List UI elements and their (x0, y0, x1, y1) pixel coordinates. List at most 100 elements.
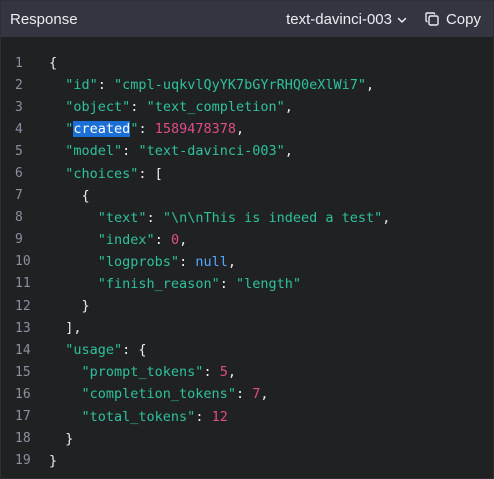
code-token: , (260, 386, 269, 403)
code-line: 16 "completion_tokens": 7, (1, 383, 493, 405)
code-text: "prompt_tokens": 5, (37, 364, 236, 380)
code-token: 1589478378 (154, 121, 236, 138)
code-line: 9 "index": 0, (1, 229, 493, 251)
code-text: "created": 1589478378, (37, 121, 245, 138)
code-token: } (49, 298, 90, 315)
code-line: 17 "total_tokens": 12 (1, 406, 493, 428)
code-token: : (203, 364, 220, 381)
code-line: 6 "choices": [ (1, 162, 493, 184)
code-token: , (236, 121, 245, 138)
code-line: 8 "text": "\n\nThis is indeed a test", (1, 207, 493, 229)
code-token: : [ (138, 165, 163, 182)
line-number: 19 (15, 453, 31, 469)
code-token: , (284, 143, 293, 160)
code-token: "text" (97, 209, 147, 226)
code-token: 5 (219, 364, 228, 381)
line-number: 17 (15, 409, 31, 425)
code-token: "prompt_tokens" (81, 364, 204, 381)
code-text: { (37, 55, 57, 71)
code-token: "\n\nThis is indeed a test" (162, 209, 383, 226)
code-token: : { (122, 342, 147, 359)
selected-text: created (73, 121, 131, 138)
code-token: "index" (97, 231, 155, 248)
code-token: "usage" (65, 342, 123, 359)
code-line: 19} (1, 450, 493, 472)
line-number: 16 (15, 386, 31, 402)
code-line: 5 "model": "text-davinci-003", (1, 140, 493, 162)
code-token: : (195, 408, 212, 425)
code-token: : (219, 275, 236, 292)
code-token: , (366, 77, 375, 94)
code-token: } (49, 452, 58, 469)
code-token: , (284, 99, 293, 116)
code-token: , (227, 253, 236, 270)
code-line: 10 "logprobs": null, (1, 251, 493, 273)
panel-title: Response (10, 10, 78, 28)
code-token: "total_tokens" (81, 408, 196, 425)
code-token: "completion_tokens" (81, 386, 236, 403)
copy-icon (424, 11, 440, 27)
code-token: : (130, 99, 147, 116)
code-token: } (49, 430, 74, 447)
line-number: 12 (15, 298, 31, 314)
code-text: "text": "\n\nThis is indeed a test", (37, 209, 391, 226)
code-token: { (49, 187, 90, 204)
code-block[interactable]: 1{2 "id": "cmpl-uqkvlQyYK7bGYrRHQ0eXlWi7… (1, 37, 493, 472)
code-token: : (235, 386, 253, 403)
code-token: "choices" (65, 165, 139, 182)
code-token: , (382, 209, 391, 226)
code-text: } (37, 453, 57, 469)
line-number: 7 (15, 188, 23, 204)
code-text: "index": 0, (37, 232, 187, 248)
code-token: "text_completion" (146, 99, 285, 116)
code-line: 4 "created": 1589478378, (1, 118, 493, 140)
line-number: 8 (15, 210, 23, 226)
header-actions: text-davinci-003 Copy (286, 11, 481, 28)
code-token: "finish_reason" (97, 275, 220, 292)
line-number: 18 (15, 431, 31, 447)
code-token: "id" (65, 77, 98, 94)
code-text: } (37, 431, 73, 447)
code-text: "choices": [ (37, 166, 163, 182)
code-line: 12 } (1, 295, 493, 317)
code-token: "length" (235, 275, 301, 292)
code-token: : (179, 253, 196, 270)
code-text: } (37, 298, 90, 314)
line-number: 10 (15, 254, 31, 270)
code-token: : (146, 209, 163, 226)
line-number: 1 (15, 55, 23, 71)
line-number: 3 (15, 99, 23, 115)
code-token: { (49, 55, 58, 72)
code-token: "text-davinci-003" (138, 143, 285, 160)
line-number: 14 (15, 342, 31, 358)
code-line: 3 "object": "text_completion", (1, 96, 493, 118)
code-token: , (227, 364, 236, 381)
code-text: "completion_tokens": 7, (37, 386, 269, 402)
code-line: 1{ (1, 52, 493, 74)
code-token: : (138, 121, 155, 138)
line-number: 5 (15, 143, 23, 159)
line-number: 13 (15, 320, 31, 336)
model-label: text-davinci-003 (286, 10, 392, 28)
model-dropdown[interactable]: text-davinci-003 (286, 11, 408, 28)
copy-button[interactable]: Copy (424, 11, 481, 28)
code-line: 18 } (1, 428, 493, 450)
code-token: , (179, 231, 188, 248)
code-text: "id": "cmpl-uqkvlQyYK7bGYrRHQ0eXlWi7", (37, 77, 374, 93)
code-token: 12 (211, 408, 228, 425)
code-token: "cmpl-uqkvlQyYK7bGYrRHQ0eXlWi7" (114, 77, 367, 94)
code-text: "finish_reason": "length" (37, 276, 301, 292)
code-token: null (195, 253, 228, 270)
copy-label: Copy (445, 10, 481, 28)
code-text: "logprobs": null, (37, 254, 236, 270)
code-text: "total_tokens": 12 (37, 409, 228, 425)
